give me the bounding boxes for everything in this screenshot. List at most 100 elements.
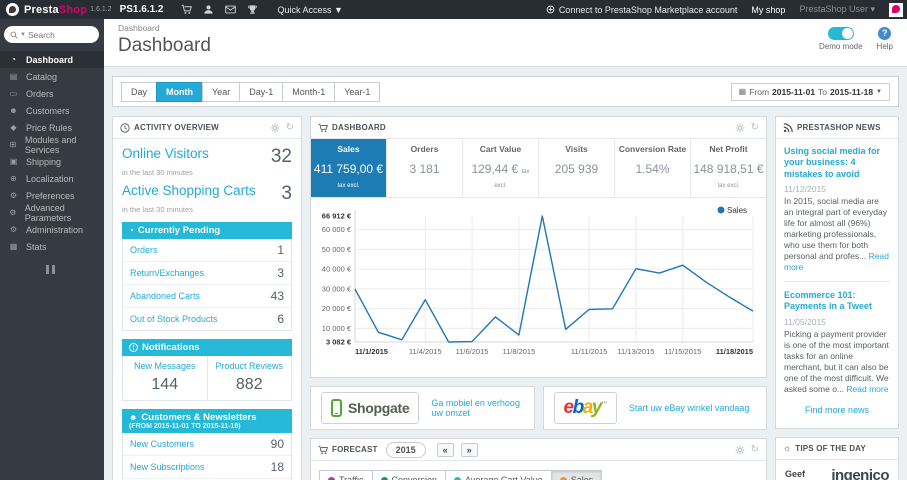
article-title-link[interactable]: Ecommerce 101: Payments in a Tweet bbox=[784, 290, 890, 313]
sidebar-item-label: Localization bbox=[26, 173, 74, 184]
ingenico-wordmark: ingenico bbox=[831, 466, 889, 480]
refresh-icon[interactable]: ↻ bbox=[286, 122, 294, 133]
active-carts-link[interactable]: Active Shopping Carts bbox=[122, 183, 256, 198]
svg-text:40 000 €: 40 000 € bbox=[322, 265, 352, 274]
sidebar-search[interactable]: ▼ bbox=[4, 26, 99, 43]
range-month-1-button[interactable]: Month-1 bbox=[282, 81, 336, 102]
date-range-picker[interactable]: ▦ From 2015-11-01 To 2015-11-18 ▼ bbox=[730, 82, 890, 101]
page-title: Dashboard bbox=[118, 35, 211, 56]
orders-link[interactable]: Orders bbox=[130, 245, 158, 255]
product-reviews-cell[interactable]: Product Reviews 882 bbox=[206, 356, 292, 400]
toggle-sales[interactable]: Sales bbox=[550, 470, 603, 480]
shopgate-banner[interactable]: Shopgate Ga mobiel en verhoog uw omzet bbox=[310, 386, 535, 430]
kpi-tab-visits[interactable]: Visits 205 939 bbox=[539, 139, 615, 197]
sidebar-item-advanced-parameters[interactable]: ⚙ Advanced Parameters bbox=[0, 202, 104, 223]
new-customers-link[interactable]: New Customers bbox=[130, 439, 194, 449]
svg-text:3 082 €: 3 082 € bbox=[326, 338, 352, 347]
connect-marketplace-link[interactable]: Connect to PrestaShop Marketplace accoun… bbox=[546, 5, 737, 15]
breadcrumb[interactable]: Dashboard bbox=[118, 23, 893, 33]
sidebar-item-shipping[interactable]: ▣ Shipping bbox=[0, 153, 104, 170]
demo-mode-label: Demo mode bbox=[818, 42, 863, 51]
prestashop-news-panel: PRESTASHOP NEWS Using social media for y… bbox=[775, 116, 899, 429]
range-month-button[interactable]: Month bbox=[156, 81, 204, 102]
range-year-1-button[interactable]: Year-1 bbox=[334, 81, 381, 102]
online-visitors-link[interactable]: Online Visitors bbox=[122, 146, 209, 161]
toggle-label: Conversion bbox=[391, 475, 438, 480]
toggle-average-cart-value[interactable]: Average Cart Value bbox=[445, 470, 552, 480]
refresh-icon[interactable]: ↻ bbox=[751, 444, 759, 455]
user-avatar[interactable] bbox=[889, 2, 903, 17]
abandoned-carts-link[interactable]: Abandoned Carts bbox=[130, 291, 200, 301]
gear-icon[interactable] bbox=[735, 123, 745, 133]
product-reviews-link[interactable]: Product Reviews bbox=[210, 361, 290, 371]
returns-link[interactable]: Return/Exchanges bbox=[130, 268, 204, 278]
kpi-tab-conversion-rate[interactable]: Conversion Rate 1.54% bbox=[615, 139, 691, 197]
kpi-value: 1.54% bbox=[635, 162, 670, 176]
new-messages-link[interactable]: New Messages bbox=[125, 361, 205, 371]
forecast-prev-button[interactable]: « bbox=[436, 442, 454, 457]
sales-line-chart: 66 912 € 60 000 € 50 000 € 40 000 € 30 000 €… bbox=[311, 198, 766, 377]
kpi-tab-sales[interactable]: Sales 411 759,00 € tax excl. bbox=[311, 139, 387, 197]
kpi-tab-cart-value[interactable]: Cart Value 129,44 € tax excl. bbox=[463, 139, 539, 197]
mail-icon[interactable] bbox=[219, 4, 241, 15]
search-input[interactable] bbox=[27, 29, 80, 40]
panel-title: FORECAST bbox=[332, 445, 378, 454]
ebay-link[interactable]: Start uw eBay winkel vandaag bbox=[629, 403, 750, 413]
new-subscriptions-link[interactable]: New Subscriptions bbox=[130, 462, 205, 472]
chart-svg: 66 912 € 60 000 € 50 000 € 40 000 € 30 000 €… bbox=[322, 206, 754, 356]
kpi-tab-orders[interactable]: Orders 3 181 bbox=[387, 139, 463, 197]
sidebar-item-catalog[interactable]: ▤ Catalog bbox=[0, 68, 104, 85]
find-more-news-link[interactable]: Find more news bbox=[784, 405, 890, 415]
ebay-banner[interactable]: ebay™ Start uw eBay winkel vandaag bbox=[542, 386, 767, 430]
sidebar-item-administration[interactable]: ⚙ Administration bbox=[0, 221, 104, 238]
sidebar-item-customers[interactable]: ☻ Customers bbox=[0, 102, 104, 119]
out-of-stock-link[interactable]: Out of Stock Products bbox=[130, 314, 218, 324]
user-menu[interactable]: PrestaShop User ▾ bbox=[799, 4, 875, 15]
traffic-dot-icon bbox=[328, 476, 335, 480]
quick-access-menu[interactable]: Quick Access ▼ bbox=[277, 5, 342, 15]
sidebar-item-label: Preferences bbox=[26, 190, 75, 201]
online-visitors-sub: in the last 30 minutes bbox=[122, 168, 193, 177]
sidebar-item-label: Catalog bbox=[26, 71, 58, 82]
news-article: Using social media for your business: 4 … bbox=[784, 146, 890, 273]
toggle-conversion[interactable]: Conversion bbox=[371, 470, 447, 480]
svg-text:30 000 €: 30 000 € bbox=[322, 284, 352, 293]
list-item: Out of Stock Products 6 bbox=[123, 308, 291, 330]
trophy-icon[interactable] bbox=[241, 4, 263, 15]
shopgate-link[interactable]: Ga mobiel en verhoog uw omzet bbox=[431, 398, 523, 418]
pending-list: Orders 1 Return/Exchanges 3 Abandoned Cart… bbox=[122, 239, 292, 331]
list-item: Return/Exchanges 3 bbox=[123, 262, 291, 285]
sidebar-item-dashboard[interactable]: ◔ Dashboard bbox=[0, 51, 104, 68]
sidebar-item-localization[interactable]: ⊕ Localization bbox=[0, 170, 104, 187]
gear-icon[interactable] bbox=[270, 123, 280, 133]
sidebar-collapse-button[interactable] bbox=[46, 265, 58, 274]
range-day-button[interactable]: Day bbox=[121, 81, 158, 102]
sidebar-item-modules-and-services[interactable]: ⊞ Modules and Services bbox=[0, 135, 104, 155]
forecast-next-button[interactable]: » bbox=[460, 442, 478, 457]
cart-icon[interactable] bbox=[175, 4, 197, 15]
brand-presta: Presta bbox=[24, 3, 59, 16]
read-more-link[interactable]: Read more bbox=[846, 384, 888, 394]
kpi-label: Conversion Rate bbox=[618, 144, 687, 154]
demo-mode-toggle[interactable] bbox=[827, 27, 854, 40]
sidebar-item-label: Advanced Parameters bbox=[24, 202, 72, 223]
my-shop-link[interactable]: My shop bbox=[751, 5, 785, 15]
gear-icon[interactable] bbox=[735, 445, 745, 455]
sidebar-item-price-rules[interactable]: ◆ Price Rules bbox=[0, 119, 104, 136]
section-title: Customers & Newsletters bbox=[141, 412, 257, 423]
shipping-icon: ▣ bbox=[9, 157, 18, 166]
new-messages-cell[interactable]: New Messages 144 bbox=[123, 356, 207, 400]
sidebar-item-preferences[interactable]: ⚙ Preferences bbox=[0, 187, 104, 204]
help-icon[interactable]: ? bbox=[878, 27, 892, 40]
refresh-icon[interactable]: ↻ bbox=[751, 122, 759, 133]
toggle-traffic[interactable]: Traffic bbox=[319, 470, 373, 480]
search-scope-caret-icon[interactable]: ▼ bbox=[20, 32, 26, 38]
kpi-tab-net-profit[interactable]: Net Profit 148 918,51 € tax excl. bbox=[691, 139, 766, 197]
article-title-link[interactable]: Using social media for your business: 4 … bbox=[784, 146, 890, 180]
range-year-button[interactable]: Year bbox=[202, 81, 241, 102]
range-day-1-button[interactable]: Day-1 bbox=[239, 81, 284, 102]
ebay-letter: a bbox=[582, 397, 594, 418]
sidebar-item-orders[interactable]: ▭ Orders bbox=[0, 85, 104, 102]
sidebar-item-stats[interactable]: ▦ Stats bbox=[0, 238, 104, 255]
user-icon[interactable] bbox=[197, 4, 219, 15]
